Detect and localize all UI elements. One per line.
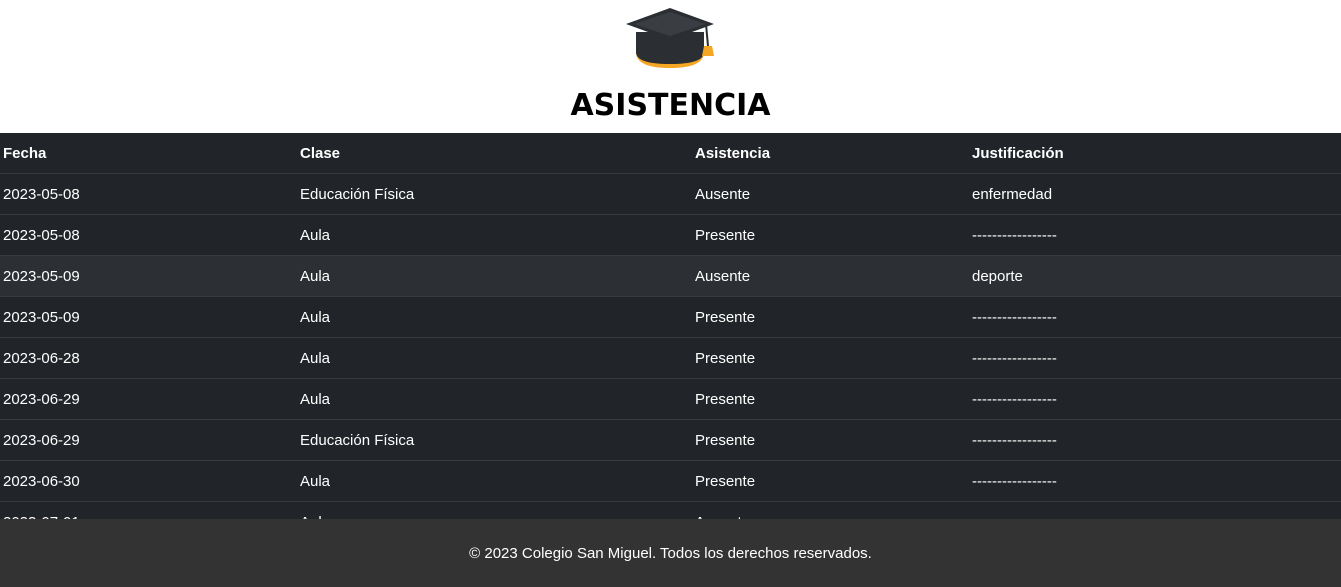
cell-justificacion: ----------------- (969, 419, 1341, 461)
cell-clase: Educación Física (297, 173, 692, 215)
cell-justificacion: ----------------- (969, 214, 1341, 256)
page-footer: © 2023 Colegio San Miguel. Todos los der… (0, 519, 1341, 587)
table-header-row: Fecha Clase Asistencia Justificación (0, 133, 1341, 174)
table-row: 2023-05-09 Aula Presente ---------------… (0, 296, 1341, 338)
cell-clase: Aula (297, 501, 692, 519)
cell-fecha: 2023-05-09 (0, 255, 297, 297)
cell-clase: Aula (297, 255, 692, 297)
cell-justificacion: ----------------- (969, 460, 1341, 502)
cell-asistencia: Presente (692, 419, 969, 461)
cell-fecha: 2023-06-28 (0, 337, 297, 379)
column-header-justificacion: Justificación (969, 133, 1341, 174)
cell-asistencia: Presente (692, 460, 969, 502)
cell-asistencia: Presente (692, 214, 969, 256)
cell-fecha: 2023-05-08 (0, 173, 297, 215)
cell-justificacion (969, 501, 1341, 519)
cell-justificacion: enfermedad (969, 173, 1341, 215)
cell-clase: Aula (297, 214, 692, 256)
graduation-cap-icon (626, 8, 714, 68)
table-row: 2023-05-08 Aula Presente ---------------… (0, 214, 1341, 256)
cell-fecha: 2023-06-30 (0, 460, 297, 502)
column-header-asistencia: Asistencia (692, 133, 969, 174)
cell-clase: Educación Física (297, 419, 692, 461)
cell-asistencia: Presente (692, 296, 969, 338)
cell-asistencia: Presente (692, 378, 969, 420)
page-header: ASISTENCIA (0, 0, 1341, 133)
table-row: 2023-06-29 Aula Presente ---------------… (0, 378, 1341, 420)
cell-fecha: 2023-06-29 (0, 419, 297, 461)
cell-fecha: 2023-05-09 (0, 296, 297, 338)
attendance-table-container[interactable]: Fecha Clase Asistencia Justificación 202… (0, 133, 1341, 519)
table-row: 2023-06-30 Aula Presente ---------------… (0, 460, 1341, 502)
cell-fecha: 2023-06-29 (0, 378, 297, 420)
cell-fecha: 2023-05-08 (0, 214, 297, 256)
table-row: 2023-06-28 Aula Presente ---------------… (0, 337, 1341, 379)
table-row: 2023-05-09 Aula Ausente deporte (0, 255, 1341, 297)
column-header-fecha: Fecha (0, 133, 297, 174)
column-header-clase: Clase (297, 133, 692, 174)
cell-asistencia: Ausente (692, 173, 969, 215)
page-title: ASISTENCIA (570, 88, 771, 123)
cell-clase: Aula (297, 296, 692, 338)
cell-justificacion: ----------------- (969, 296, 1341, 338)
cell-justificacion: deporte (969, 255, 1341, 297)
table-row: 2023-07-01 Aula Ausente (0, 501, 1341, 519)
cell-clase: Aula (297, 460, 692, 502)
cell-asistencia: Ausente (692, 501, 969, 519)
footer-copyright: © 2023 Colegio San Miguel. Todos los der… (469, 544, 872, 562)
cell-clase: Aula (297, 337, 692, 379)
attendance-table: Fecha Clase Asistencia Justificación 202… (0, 133, 1341, 519)
table-row: 2023-06-29 Educación Física Presente ---… (0, 419, 1341, 461)
cell-justificacion: ----------------- (969, 378, 1341, 420)
cell-fecha: 2023-07-01 (0, 501, 297, 519)
cell-justificacion: ----------------- (969, 337, 1341, 379)
table-row: 2023-05-08 Educación Física Ausente enfe… (0, 173, 1341, 215)
cell-clase: Aula (297, 378, 692, 420)
cell-asistencia: Ausente (692, 255, 969, 297)
cell-asistencia: Presente (692, 337, 969, 379)
